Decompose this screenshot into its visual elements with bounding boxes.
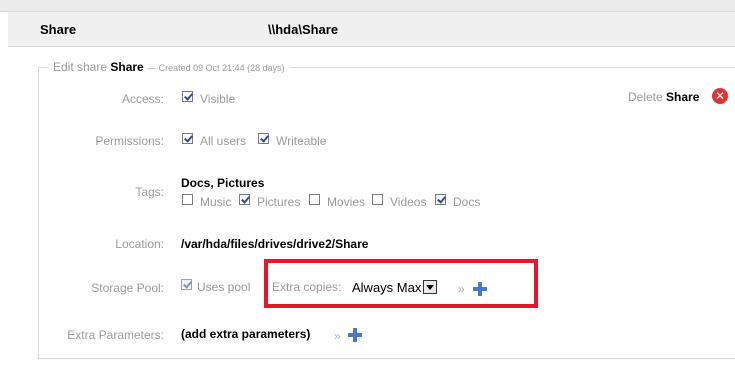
edit-share-name: Share bbox=[110, 60, 144, 74]
plus-icon[interactable] bbox=[473, 282, 487, 296]
double-chevron-right-icon: » bbox=[334, 329, 341, 343]
tag-videos-label: Videos bbox=[390, 195, 427, 209]
share-header-row[interactable]: Share \\hda\Share bbox=[8, 12, 735, 47]
uses-pool-checkbox[interactable] bbox=[181, 279, 192, 290]
storage-pool-label: Storage Pool: bbox=[91, 281, 164, 295]
tag-videos-checkbox[interactable] bbox=[372, 194, 383, 205]
visible-label: Visible bbox=[200, 92, 236, 106]
extra-copies-select[interactable]: Always Max bbox=[352, 278, 438, 296]
edit-share-prefix: Edit share bbox=[53, 60, 108, 74]
visible-checkbox[interactable] bbox=[182, 91, 193, 102]
tag-docs-checkbox[interactable] bbox=[435, 194, 446, 205]
tag-docs-label: Docs bbox=[453, 195, 481, 209]
plus-icon[interactable] bbox=[348, 328, 362, 342]
tag-music-checkbox[interactable] bbox=[182, 194, 193, 205]
writeable-label: Writeable bbox=[276, 134, 327, 148]
add-extra-parameters-link[interactable]: (add extra parameters) bbox=[181, 327, 310, 341]
all-users-checkbox[interactable] bbox=[182, 133, 193, 144]
created-info: — Created 09 Oct 21:44 (28 days) bbox=[147, 63, 285, 73]
edit-share-legend: Edit share Share — Created 09 Oct 21:44 … bbox=[48, 60, 290, 74]
tag-music-label: Music bbox=[200, 195, 232, 209]
double-chevron-right-icon: » bbox=[458, 282, 465, 296]
tag-movies-label: Movies bbox=[327, 195, 366, 209]
tag-pictures-checkbox[interactable] bbox=[239, 194, 250, 205]
uses-pool-label: Uses pool bbox=[197, 280, 251, 294]
delete-share-link[interactable]: Delete Share bbox=[628, 90, 699, 104]
close-circle-icon[interactable]: ✕ bbox=[712, 88, 728, 104]
access-label: Access: bbox=[121, 92, 164, 106]
share-path: \\hda\Share bbox=[268, 22, 339, 37]
extra-copies-label: Extra copies: bbox=[272, 280, 342, 294]
permissions-label: Permissions: bbox=[95, 134, 164, 148]
share-name: Share bbox=[40, 22, 77, 37]
top-strip bbox=[0, 0, 735, 12]
chevron-down-icon[interactable] bbox=[423, 280, 438, 294]
edit-share-fieldset bbox=[38, 67, 735, 359]
extra-copies-value: Always Max bbox=[352, 279, 422, 295]
location-value: /var/hda/files/drives/drive2/Share bbox=[181, 237, 369, 251]
writeable-checkbox[interactable] bbox=[258, 133, 269, 144]
tag-pictures-label: Pictures bbox=[257, 195, 301, 209]
tag-movies-checkbox[interactable] bbox=[309, 194, 320, 205]
delete-share-name: Share bbox=[666, 90, 700, 104]
tags-label: Tags: bbox=[135, 185, 164, 199]
extra-parameters-label: Extra Parameters: bbox=[67, 328, 164, 342]
all-users-label: All users bbox=[200, 134, 247, 148]
location-label: Location: bbox=[115, 237, 164, 251]
current-tags: Docs, Pictures bbox=[181, 176, 265, 190]
delete-label: Delete bbox=[628, 90, 663, 104]
